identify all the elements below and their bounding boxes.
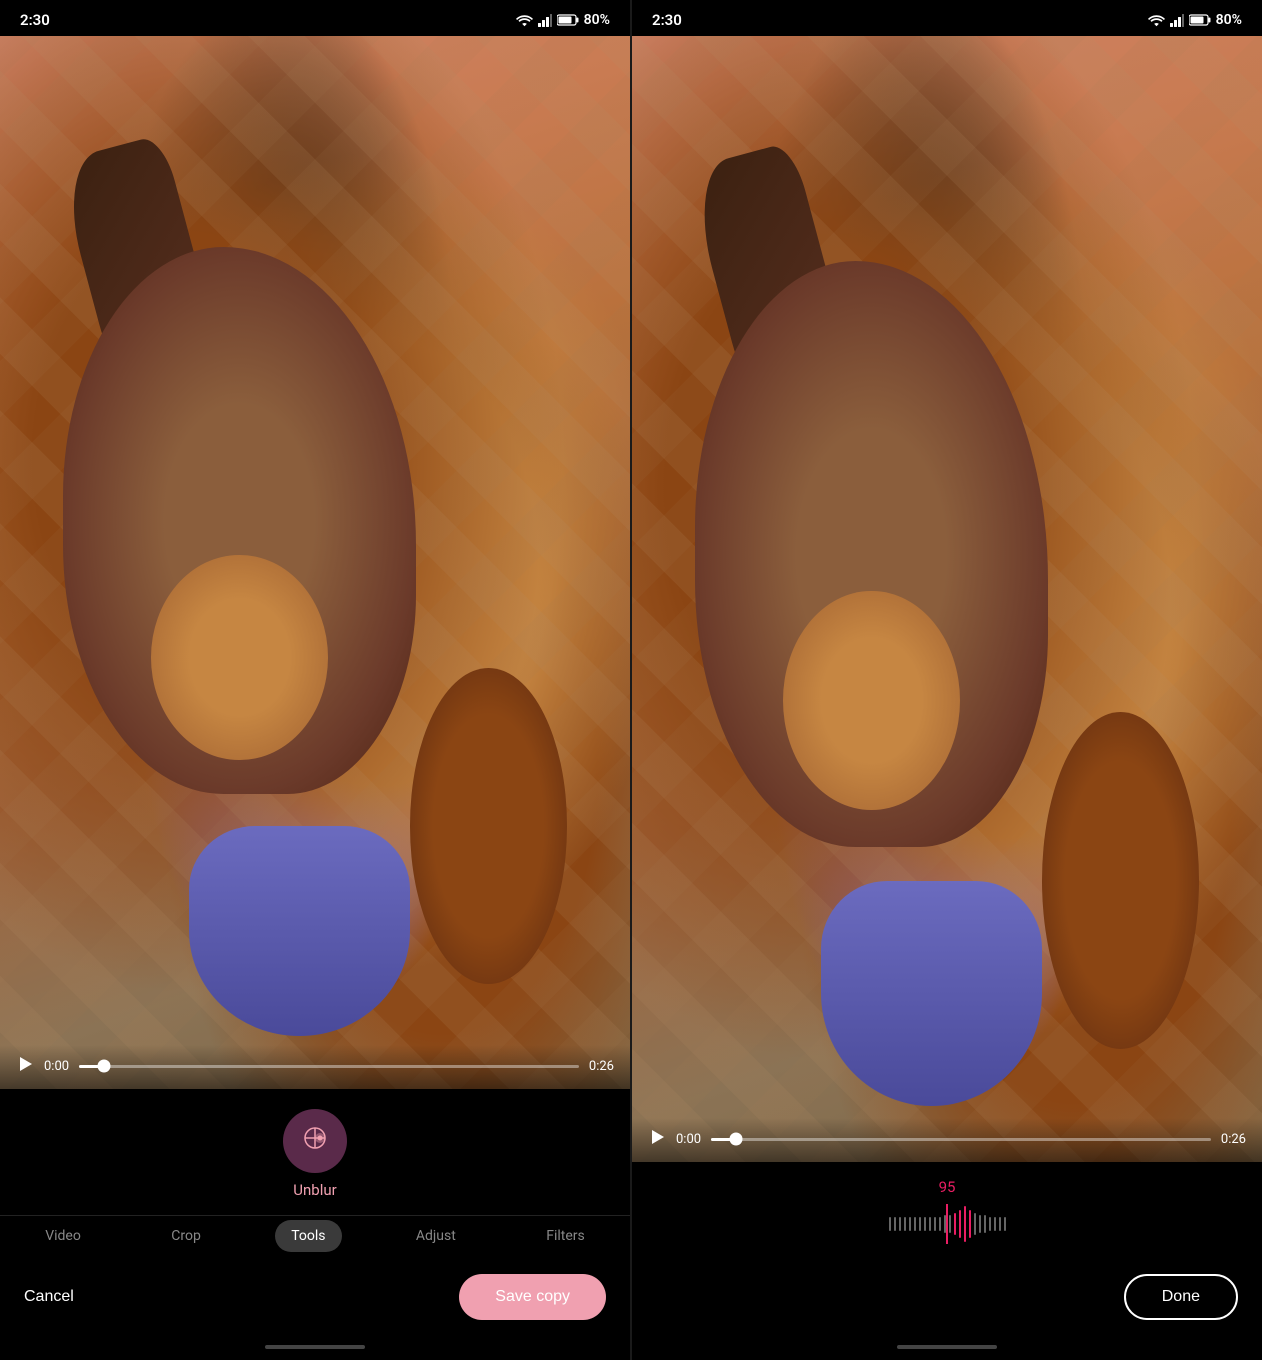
tab-filters[interactable]: Filters [530,1220,601,1252]
right-signal-icon [1170,14,1184,27]
slider-tick [939,1217,941,1231]
done-button[interactable]: Done [1124,1274,1238,1320]
right-status-bar: 2:30 80% [632,0,1262,36]
slider-tick [964,1206,966,1242]
left-battery-text: 80% [584,12,610,28]
tab-adjust[interactable]: Adjust [400,1220,472,1252]
left-bottom-section: Unblur Video Crop Tools Adjust Filters C… [0,1089,630,1360]
slider-tick [924,1217,926,1231]
dog-snout [151,555,327,760]
tab-navigation: Video Crop Tools Adjust Filters [0,1215,630,1264]
right-time: 2:30 [652,11,682,29]
unblur-label: Unblur [293,1181,336,1199]
right-brown-toy [1042,712,1200,1050]
right-end-time: 0:26 [1221,1132,1246,1147]
right-progress-thumb[interactable] [730,1133,743,1146]
adjustment-panel: 95 [632,1162,1262,1264]
slider-tick [959,1210,961,1238]
slider-ticks-container[interactable] [656,1204,1238,1244]
left-status-right: 80% [516,12,610,28]
slider-tick [889,1217,891,1231]
tool-display: Unblur [0,1089,630,1215]
battery-icon [557,14,579,26]
signal-icon [538,14,552,27]
right-action-bar: Done [632,1264,1262,1340]
right-status-right: 80% [1148,12,1242,28]
slider-tick [994,1217,996,1231]
unblur-icon [300,1123,330,1160]
slider-tick [914,1217,916,1231]
brown-toy [410,668,568,984]
tab-video[interactable]: Video [29,1220,97,1252]
slider-tick [999,1217,1001,1231]
slider-tick [919,1217,921,1231]
tab-crop[interactable]: Crop [155,1220,217,1252]
right-video-container[interactable]: 0:00 0:26 [632,36,1262,1162]
left-panel: 2:30 80% [0,0,630,1360]
wifi-icon [516,14,533,27]
blue-toy [189,826,410,1037]
unblur-icon-circle[interactable] [283,1109,347,1173]
right-battery-text: 80% [1216,12,1242,28]
left-end-time: 0:26 [589,1059,614,1074]
right-home-indicator [632,1340,1262,1360]
slider-tick [954,1213,956,1235]
right-home-bar [897,1345,997,1349]
left-video-container[interactable]: 0:00 0:26 [0,36,630,1089]
left-current-time: 0:00 [44,1059,69,1074]
left-playback-bar: 0:00 0:26 [0,1045,630,1089]
slider-tick [979,1215,981,1233]
left-time: 2:30 [20,11,50,29]
right-current-time: 0:00 [676,1132,701,1147]
slider-tick [1004,1217,1006,1231]
slider-tick [894,1217,896,1231]
slider-tick [899,1217,901,1231]
left-action-bar: Cancel Save copy [0,1264,630,1340]
slider-tick [974,1213,976,1235]
slider-tick [929,1217,931,1231]
right-blue-toy [821,881,1042,1106]
left-status-bar: 2:30 80% [0,0,630,36]
left-home-indicator [0,1340,630,1360]
tab-tools[interactable]: Tools [275,1220,341,1252]
left-home-bar [265,1345,365,1349]
center-marker [946,1204,948,1244]
slider-value: 95 [656,1178,1238,1196]
slider-tick [934,1217,936,1231]
right-video-frame [632,36,1262,1162]
unblur-svg [300,1123,330,1153]
slider-tick [969,1210,971,1238]
slider-tick [904,1217,906,1231]
left-progress-thumb[interactable] [98,1060,111,1073]
right-wifi-icon [1148,14,1165,27]
right-play-button[interactable] [648,1128,666,1150]
left-play-button[interactable] [16,1055,34,1077]
right-dog-snout [783,591,959,811]
slider-tick [949,1215,951,1233]
right-panel: 2:30 80% [632,0,1262,1360]
slider-tick [984,1215,986,1233]
left-progress-track[interactable] [79,1065,579,1068]
right-playback-bar: 0:00 0:26 [632,1118,1262,1162]
right-battery-icon [1189,14,1211,26]
right-progress-track[interactable] [711,1138,1211,1141]
save-copy-button[interactable]: Save copy [459,1274,606,1320]
left-video-frame [0,36,630,1089]
slider-tick [989,1217,991,1231]
slider-tick [909,1217,911,1231]
cancel-button[interactable]: Cancel [24,1288,74,1306]
